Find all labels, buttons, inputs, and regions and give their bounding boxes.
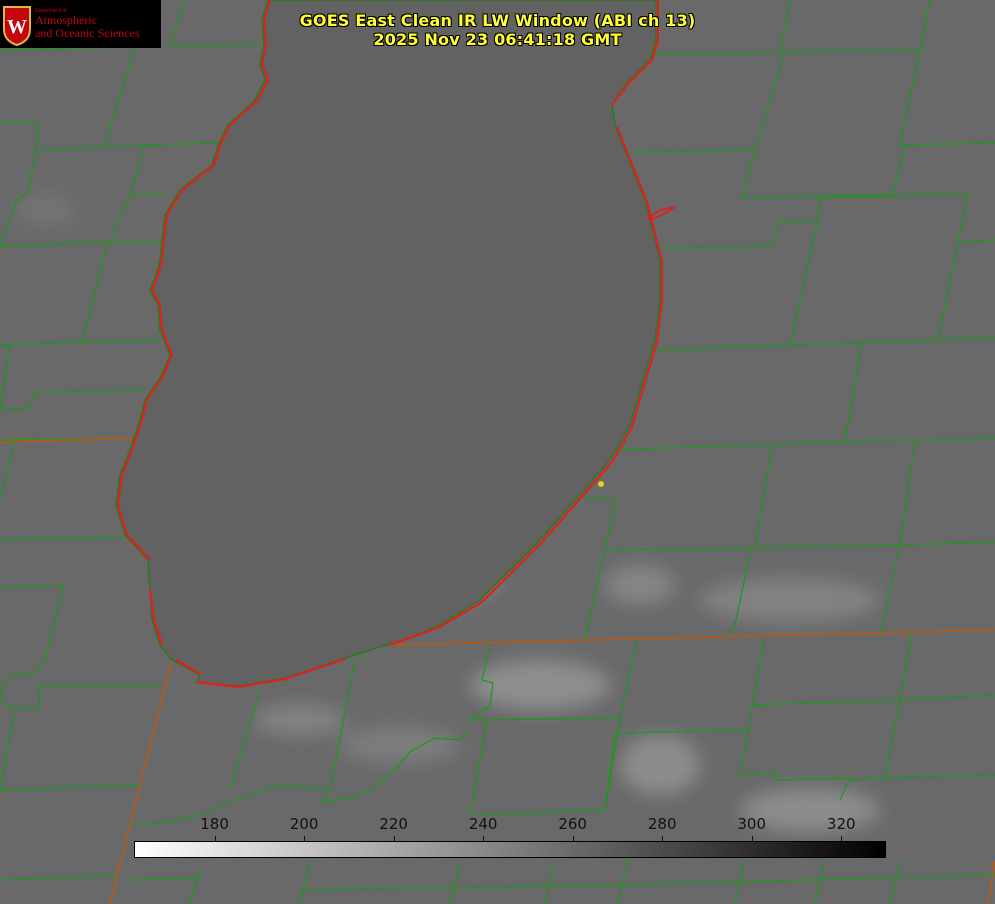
colorbar-tick-label: 220 bbox=[379, 815, 408, 833]
colorbar bbox=[134, 841, 886, 858]
title-line1: GOES East Clean IR LW Window (ABI ch 13) bbox=[299, 11, 696, 30]
colorbar-tick-label: 180 bbox=[200, 815, 229, 833]
title-line2: 2025 Nov 23 06:41:18 GMT bbox=[373, 30, 622, 49]
colorbar-tick-label: 280 bbox=[647, 815, 677, 833]
colorbar-tick-label: 300 bbox=[737, 815, 767, 833]
colorbar-tick-label: 320 bbox=[826, 815, 856, 833]
site-marker bbox=[598, 481, 604, 487]
colorbar-tick-label: 260 bbox=[558, 815, 587, 833]
satellite-map bbox=[0, 0, 995, 904]
colorbar-tick-label: 200 bbox=[289, 815, 319, 833]
colorbar-tick-label: 240 bbox=[468, 815, 498, 833]
